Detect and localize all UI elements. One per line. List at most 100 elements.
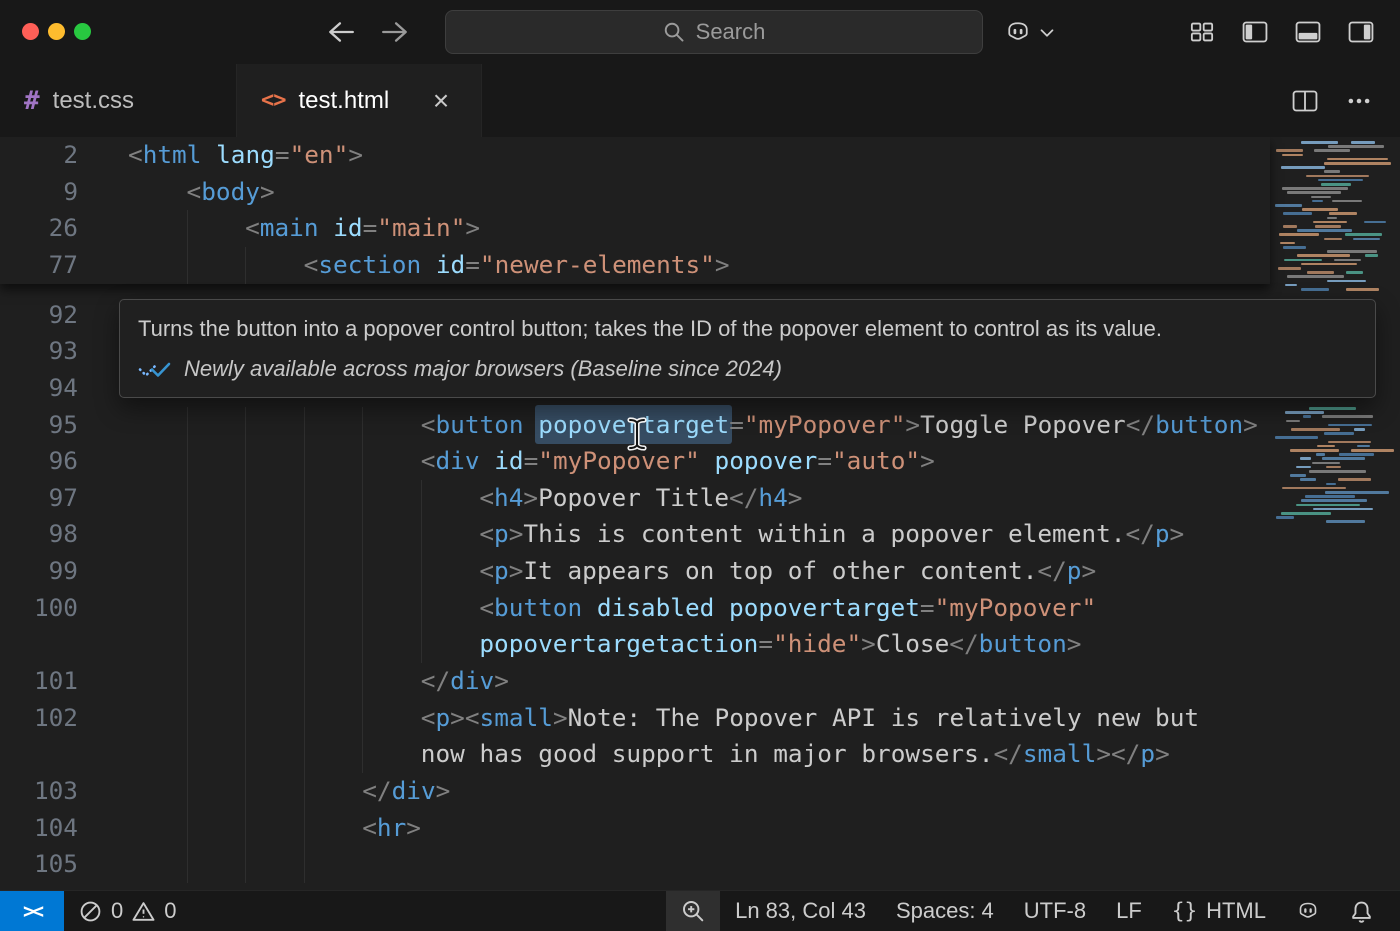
minimap-mark <box>1297 254 1350 257</box>
minimap-mark <box>1287 191 1341 194</box>
maximize-window-button[interactable] <box>74 23 91 40</box>
minimap-mark <box>1297 229 1353 232</box>
zoom-indicator[interactable] <box>666 891 720 931</box>
copilot-status[interactable] <box>1281 891 1335 931</box>
baseline-icon <box>138 358 172 380</box>
code-line[interactable]: 26<main id="main"> <box>0 210 1270 247</box>
minimap-mark <box>1301 499 1367 502</box>
indent-guide <box>421 480 422 517</box>
line-number: 97 <box>0 480 78 517</box>
line-number: 104 <box>0 810 78 847</box>
minimize-window-button[interactable] <box>48 23 65 40</box>
code-line[interactable]: 102<p><small>Note: The Popover API is re… <box>0 700 1270 737</box>
code-line[interactable]: 98<p>This is content within a popover el… <box>0 516 1270 553</box>
minimap-mark <box>1315 225 1340 228</box>
minimap-mark <box>1326 520 1364 523</box>
code-line[interactable]: 2<html lang="en"> <box>0 137 1270 174</box>
code-line[interactable]: 99<p>It appears on top of other content.… <box>0 553 1270 590</box>
line-number: 94 <box>0 370 78 407</box>
minimap-mark <box>1338 478 1370 481</box>
editor-actions <box>1292 64 1400 137</box>
line-number: 101 <box>0 663 78 700</box>
forward-button[interactable] <box>380 19 410 45</box>
minimap-mark <box>1290 474 1306 477</box>
copilot-menu[interactable] <box>1004 0 1055 64</box>
code-line[interactable]: now has good support in major browsers.<… <box>0 736 1270 773</box>
minimap-mark <box>1316 453 1324 456</box>
indent-guide <box>304 443 305 480</box>
indent-guide <box>362 590 363 627</box>
indent-guide <box>304 810 305 847</box>
code-line[interactable]: 103</div> <box>0 773 1270 810</box>
minimap-mark <box>1283 225 1298 228</box>
code-line[interactable]: 105 <box>0 846 1270 883</box>
encoding-indicator[interactable]: UTF-8 <box>1009 891 1101 931</box>
toggle-panel-icon[interactable] <box>1295 20 1321 44</box>
copilot-icon <box>1004 18 1032 46</box>
editor-pane[interactable]: 92939495<button popovertarget="myPopover… <box>0 137 1400 891</box>
indent-guide <box>245 553 246 590</box>
minimap-mark <box>1291 428 1340 431</box>
split-editor-icon[interactable] <box>1292 89 1318 113</box>
minimap-mark <box>1351 449 1394 452</box>
vscode-window: Search # test.css <> test.html × <box>0 0 1400 931</box>
hover-description: Turns the button into a popover control … <box>138 316 1357 342</box>
indent-guide <box>362 407 363 444</box>
minimap-mark <box>1278 267 1301 270</box>
minimap-mark <box>1317 445 1335 448</box>
language-mode[interactable]: {} HTML <box>1157 891 1281 931</box>
search-placeholder: Search <box>696 19 766 45</box>
language-label: HTML <box>1206 898 1266 924</box>
hover-tooltip: Turns the button into a popover control … <box>119 299 1376 398</box>
minimap-mark <box>1327 250 1377 253</box>
minimap-mark <box>1309 407 1356 410</box>
minimap-mark <box>1282 187 1348 190</box>
remote-indicator[interactable]: >< <box>0 891 64 931</box>
minimap-mark <box>1357 445 1370 448</box>
indent-guide <box>245 443 246 480</box>
more-actions-icon[interactable] <box>1346 88 1372 114</box>
minimap-mark <box>1332 200 1362 203</box>
indent-guide <box>362 736 363 773</box>
line-number <box>0 736 78 773</box>
indent-guide <box>245 516 246 553</box>
indent-guide <box>187 663 188 700</box>
code-line[interactable]: 77<section id="newer-elements"> <box>0 247 1270 284</box>
arrow-right-icon <box>380 19 410 45</box>
minimap[interactable] <box>1270 137 1400 891</box>
minimap-mark <box>1286 420 1300 423</box>
code-line[interactable]: 9<body> <box>0 174 1270 211</box>
back-button[interactable] <box>326 19 356 45</box>
code-line[interactable]: 101</div> <box>0 663 1270 700</box>
minimap-mark <box>1314 149 1350 152</box>
notifications-bell[interactable] <box>1335 891 1388 931</box>
line-number: 100 <box>0 590 78 627</box>
tab-test-css[interactable]: # test.css <box>0 64 237 137</box>
eol-indicator[interactable]: LF <box>1101 891 1157 931</box>
cursor-position[interactable]: Ln 83, Col 43 <box>720 891 881 931</box>
indentation-indicator[interactable]: Spaces: 4 <box>881 891 1009 931</box>
indent-guide <box>245 590 246 627</box>
code-line[interactable]: 97<h4>Popover Title</h4> <box>0 480 1270 517</box>
toggle-sidebar-left-icon[interactable] <box>1242 20 1268 44</box>
customize-layout-icon[interactable] <box>1189 20 1215 44</box>
code-line[interactable]: popovertargetaction="hide">Close</button… <box>0 626 1270 663</box>
minimap-mark <box>1327 158 1388 161</box>
indent-guide <box>362 443 363 480</box>
toggle-sidebar-right-icon[interactable] <box>1348 20 1374 44</box>
indent-guide <box>304 736 305 773</box>
tab-test-html[interactable]: <> test.html × <box>237 64 482 137</box>
code-line[interactable]: 104<hr> <box>0 810 1270 847</box>
indent-guide <box>304 626 305 663</box>
indent-guide <box>187 626 188 663</box>
minimap-mark <box>1283 212 1311 215</box>
minimap-mark <box>1329 212 1358 215</box>
close-tab-button[interactable]: × <box>425 85 457 117</box>
indent-guide <box>187 443 188 480</box>
search-input[interactable]: Search <box>445 10 983 54</box>
code-line[interactable]: 100<button disabled popovertarget="myPop… <box>0 590 1270 627</box>
title-bar: Search <box>0 0 1400 65</box>
minimap-mark <box>1281 166 1325 169</box>
close-window-button[interactable] <box>22 23 39 40</box>
problems-indicator[interactable]: 0 0 <box>64 891 192 931</box>
